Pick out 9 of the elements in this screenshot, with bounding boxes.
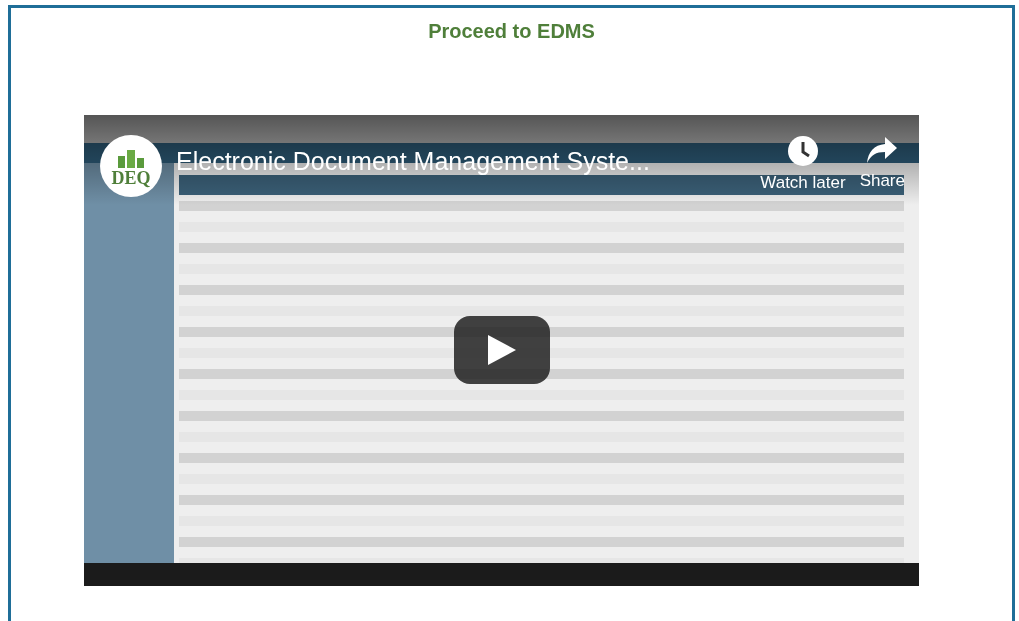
play-icon <box>488 335 516 365</box>
play-button[interactable] <box>454 316 550 384</box>
clock-icon <box>786 135 819 167</box>
watch-later-button[interactable]: Watch later <box>760 135 846 193</box>
logo-text: DEQ <box>111 168 151 189</box>
page-title: Proceed to EDMS <box>428 20 595 43</box>
building-icon <box>116 150 146 168</box>
share-button[interactable]: Share <box>859 135 905 191</box>
share-arrow-icon <box>866 135 899 165</box>
